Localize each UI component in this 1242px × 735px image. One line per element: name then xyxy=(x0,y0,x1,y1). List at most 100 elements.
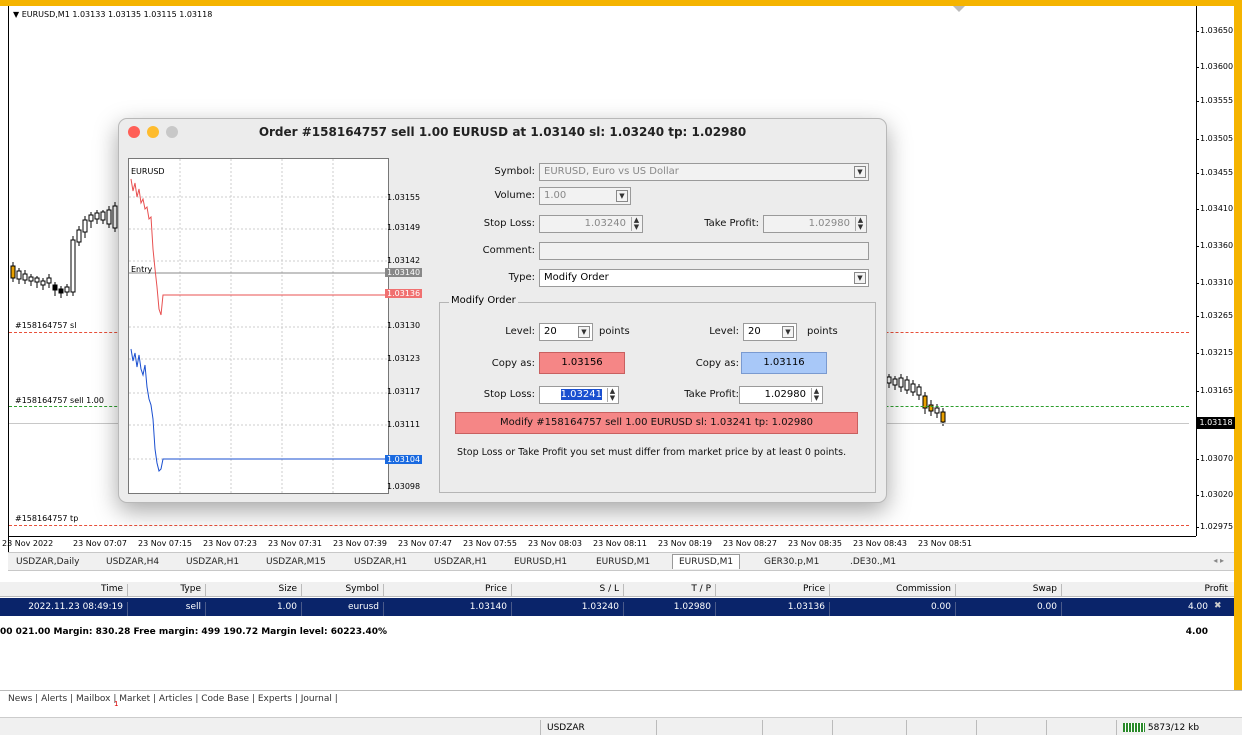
chevron-down-icon[interactable]: ▼ xyxy=(616,190,628,202)
col-type[interactable]: Type xyxy=(128,584,206,596)
right-highlight-bar xyxy=(1234,0,1242,690)
tab-eurusd-m1-active[interactable]: EURUSD,M1 xyxy=(672,554,741,569)
col-commission[interactable]: Commission xyxy=(830,584,956,596)
order-line-label: #158164757 sell 1.00 xyxy=(15,396,104,405)
copy-as-sl-label: Copy as: xyxy=(491,358,535,369)
status-traffic: 5873/12 kb xyxy=(1116,720,1242,735)
modify-tp-value: 1.02980 xyxy=(764,389,806,400)
chevron-down-icon[interactable]: ▼ xyxy=(854,272,866,284)
type-label: Type: xyxy=(508,272,535,283)
tab-usdzar-daily[interactable]: USDZAR,Daily xyxy=(10,555,85,570)
chevron-down-icon[interactable]: ▼ xyxy=(854,166,866,178)
copy-tp-button[interactable]: 1.03116 xyxy=(741,352,827,374)
col-price-current[interactable]: Price xyxy=(716,584,830,596)
level-tp-value: 20 xyxy=(748,326,761,337)
mini-tick-chart: EURUSD Entry xyxy=(128,158,389,494)
col-profit[interactable]: Profit xyxy=(1062,584,1232,596)
col-sl[interactable]: S / L xyxy=(512,584,624,596)
stepper-icon[interactable]: ▲ ▼ xyxy=(855,217,865,231)
dialog-title: Order #158164757 sell 1.00 EURUSD at 1.0… xyxy=(258,125,747,139)
entry-label: Entry xyxy=(131,265,153,274)
level-tp-select[interactable]: 20 ▼ xyxy=(743,323,797,341)
symbol-select[interactable]: EURUSD, Euro vs US Dollar ▼ xyxy=(539,163,869,181)
time-label: 23 Nov 07:07 xyxy=(73,539,127,548)
status-symbol: USDZAR xyxy=(540,720,656,735)
modify-order-group-title: Modify Order xyxy=(449,295,518,306)
price-label: 1.03410 xyxy=(1195,204,1234,213)
cell-price: 1.03140 xyxy=(384,602,512,616)
stop-loss-label: Stop Loss: xyxy=(483,218,535,229)
modify-order-button[interactable]: Modify #158164757 sell 1.00 EURUSD sl: 1… xyxy=(455,412,858,434)
tp-line[interactable] xyxy=(9,525,1189,526)
tab-scroll-arrows[interactable]: ◂ ▸ xyxy=(1213,556,1224,565)
toolbox-tabs[interactable]: News | Alerts | Mailbox | Market | Artic… xyxy=(0,690,1242,710)
volume-label: Volume: xyxy=(494,190,535,201)
tab-usdzar-m15[interactable]: USDZAR,M15 xyxy=(260,555,332,570)
summary-text: 00 021.00 Margin: 830.28 Free margin: 49… xyxy=(0,627,387,637)
time-label: 23 Nov 08:19 xyxy=(658,539,712,548)
take-profit-field[interactable]: 1.02980 ▲ ▼ xyxy=(763,215,867,233)
chart-tabs: USDZAR,Daily USDZAR,H4 USDZAR,H1 USDZAR,… xyxy=(8,552,1234,571)
level-tp-label: Level: xyxy=(709,326,739,337)
summary-profit: 4.00 xyxy=(1185,627,1208,637)
col-tp[interactable]: T / P xyxy=(624,584,716,596)
cell-tp: 1.02980 xyxy=(624,602,716,616)
time-label: 23 Nov 07:23 xyxy=(203,539,257,548)
status-cell xyxy=(976,720,1046,735)
type-select[interactable]: Modify Order ▼ xyxy=(539,269,869,287)
price-label: 1.03020 xyxy=(1195,490,1234,499)
price-label: 1.03265 xyxy=(1195,311,1234,320)
connection-bars-icon xyxy=(1123,723,1145,732)
time-label: 23 Nov 2022 xyxy=(2,539,54,548)
copy-sl-button[interactable]: 1.03156 xyxy=(539,352,625,374)
tab-ger30-m1[interactable]: GER30.p,M1 xyxy=(758,555,825,570)
mini-entry-price: 1.03140 xyxy=(385,268,423,277)
close-position-icon[interactable]: ✖ xyxy=(1214,601,1222,611)
col-size[interactable]: Size xyxy=(206,584,302,596)
tab-de30-m1[interactable]: .DE30.,M1 xyxy=(844,555,902,570)
tab-eurusd-h1[interactable]: EURUSD,H1 xyxy=(508,555,573,570)
price-label: 1.03505 xyxy=(1195,134,1234,143)
price-label: 1.03215 xyxy=(1195,348,1234,357)
price-axis xyxy=(1196,6,1197,536)
chevron-down-icon[interactable]: ▼ xyxy=(782,326,794,338)
price-label: 1.03555 xyxy=(1195,96,1234,105)
stepper-icon[interactable]: ▲ ▼ xyxy=(811,388,821,402)
time-axis xyxy=(9,536,1196,537)
time-label: 23 Nov 07:55 xyxy=(463,539,517,548)
tab-eurusd-m1[interactable]: EURUSD,M1 xyxy=(590,555,656,570)
tab-usdzar-h1-2[interactable]: USDZAR,H1 xyxy=(348,555,413,570)
sl-tp-note: Stop Loss or Take Profit you set must di… xyxy=(457,447,847,458)
tab-usdzar-h1-3[interactable]: USDZAR,H1 xyxy=(428,555,493,570)
stepper-icon[interactable]: ▲ ▼ xyxy=(631,217,641,231)
modify-sl-field[interactable]: 1.03241 ▲ ▼ xyxy=(539,386,619,404)
price-label: 1.03360 xyxy=(1195,241,1234,250)
col-swap[interactable]: Swap xyxy=(956,584,1062,596)
stop-loss-field[interactable]: 1.03240 ▲ ▼ xyxy=(539,215,643,233)
symbol-value: EURUSD, Euro vs US Dollar xyxy=(544,166,679,177)
mailbox-badge: 1 xyxy=(114,700,119,708)
comment-field[interactable] xyxy=(539,242,869,260)
level-sl-select[interactable]: 20 ▼ xyxy=(539,323,593,341)
chevron-down-icon[interactable]: ▼ xyxy=(578,326,590,338)
col-price[interactable]: Price xyxy=(384,584,512,596)
mini-chart-plot xyxy=(129,159,387,493)
table-row[interactable]: 2022.11.23 08:49:19 sell 1.00 eurusd 1.0… xyxy=(0,598,1234,616)
traffic-text: 5873/12 kb xyxy=(1147,723,1200,733)
modify-tp-field[interactable]: 1.02980 ▲ ▼ xyxy=(739,386,823,404)
level-sl-value: 20 xyxy=(544,326,557,337)
col-time[interactable]: Time xyxy=(0,584,128,596)
volume-select[interactable]: 1.00 ▼ xyxy=(539,187,631,205)
price-label: 1.03455 xyxy=(1195,168,1234,177)
toolbox-tab-list[interactable]: News | Alerts | Mailbox | Market | Artic… xyxy=(8,694,338,704)
stepper-icon[interactable]: ▲ ▼ xyxy=(607,388,617,402)
tab-usdzar-h1[interactable]: USDZAR,H1 xyxy=(180,555,245,570)
col-symbol[interactable]: Symbol xyxy=(302,584,384,596)
mini-ask-price: 1.03136 xyxy=(385,289,423,298)
account-summary: 00 021.00 Margin: 830.28 Free margin: 49… xyxy=(0,627,1234,641)
mini-chart-symbol: EURUSD xyxy=(131,167,165,176)
time-label: 23 Nov 08:11 xyxy=(593,539,647,548)
tab-usdzar-h4[interactable]: USDZAR,H4 xyxy=(100,555,165,570)
modify-sl-value: 1.03241 xyxy=(560,389,602,400)
status-cell xyxy=(762,720,832,735)
